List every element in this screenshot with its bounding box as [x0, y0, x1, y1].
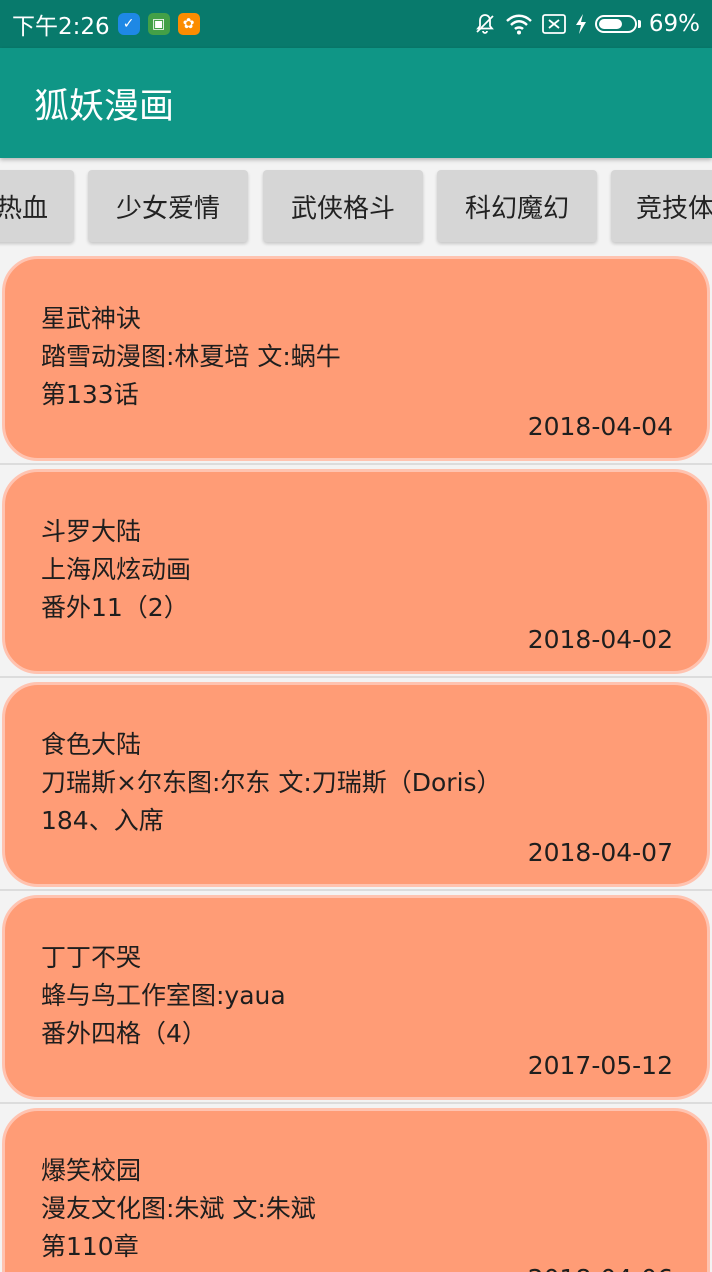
tab-label: 武侠格斗: [290, 193, 395, 224]
comic-card[interactable]: 爆笑校园 漫友文化图:朱斌 文:朱斌 第110章 2018-04-06: [2, 1108, 710, 1272]
comic-chapter: 第133话: [41, 380, 139, 409]
shield-icon: ✓: [117, 13, 140, 35]
comic-authors: 蜂与鸟工作室图:yaua: [41, 981, 286, 1010]
comic-title: 爆笑校园: [41, 1156, 142, 1185]
comic-chapter: 184、入席: [41, 806, 164, 835]
tab-category-2[interactable]: 武侠格斗: [263, 170, 423, 242]
battery-percent: 69%: [648, 11, 700, 37]
notifications-off-icon: [473, 12, 497, 36]
tab-category-0[interactable]: 热血: [0, 170, 74, 242]
tab-category-3[interactable]: 科幻魔幻: [437, 170, 597, 242]
comic-date: 2018-04-04: [527, 412, 673, 441]
comic-chapter: 番外四格（4）: [41, 1019, 207, 1048]
comic-card[interactable]: 丁丁不哭 蜂与鸟工作室图:yaua 番外四格（4） 2017-05-12: [2, 895, 710, 1100]
comic-list[interactable]: 星武神诀 踏雪动漫图:林夏培 文:蜗牛 第133话 2018-04-04 斗罗大…: [0, 252, 712, 1272]
comic-card[interactable]: 星武神诀 踏雪动漫图:林夏培 文:蜗牛 第133话 2018-04-04: [2, 256, 710, 461]
comic-title: 星武神诀: [41, 304, 142, 333]
list-item[interactable]: 爆笑校园 漫友文化图:朱斌 文:朱斌 第110章 2018-04-06: [0, 1104, 712, 1272]
wifi-icon: [505, 12, 533, 36]
list-item[interactable]: 食色大陆 刀瑞斯×尔东图:尔东 文:刀瑞斯（Doris） 184、入席 2018…: [0, 678, 712, 891]
sim-icon: ▣: [147, 13, 170, 35]
charging-bolt-icon: [575, 14, 587, 34]
app-title: 狐妖漫画: [34, 86, 175, 127]
tab-label: 热血: [0, 193, 48, 224]
tab-category-4[interactable]: 竞技体: [611, 170, 712, 242]
category-tabs[interactable]: 热血 少女爱情 武侠格斗 科幻魔幻 竞技体: [0, 158, 712, 252]
tab-label: 科幻魔幻: [464, 193, 569, 224]
comic-authors: 刀瑞斯×尔东图:尔东 文:刀瑞斯（Doris）: [41, 768, 502, 797]
list-item[interactable]: 丁丁不哭 蜂与鸟工作室图:yaua 番外四格（4） 2017-05-12: [0, 891, 712, 1104]
comic-card[interactable]: 食色大陆 刀瑞斯×尔东图:尔东 文:刀瑞斯（Doris） 184、入席 2018…: [2, 682, 710, 887]
tab-label: 少女爱情: [115, 193, 220, 224]
tab-category-1[interactable]: 少女爱情: [88, 170, 248, 242]
status-bar: 下午2:26 ✓ ▣ ✿ 69%: [0, 0, 712, 48]
fox-app-icon: ✿: [177, 13, 200, 35]
status-time: 下午2:26: [12, 14, 110, 40]
battery-icon: [594, 15, 641, 33]
comic-date: 2018-04-06: [528, 1264, 673, 1272]
comic-authors: 上海风炫动画: [41, 555, 192, 584]
comic-title: 食色大陆: [41, 730, 142, 759]
comic-chapter: 第110章: [41, 1232, 139, 1261]
list-item[interactable]: 斗罗大陆 上海风炫动画 番外11（2） 2018-04-02: [0, 465, 712, 678]
no-sim-icon: [541, 13, 567, 35]
comic-chapter: 番外11（2）: [41, 593, 189, 622]
comic-authors: 漫友文化图:朱斌 文:朱斌: [41, 1194, 316, 1223]
comic-title: 斗罗大陆: [41, 517, 142, 546]
comic-authors: 踏雪动漫图:林夏培 文:蜗牛: [41, 342, 341, 371]
comic-date: 2018-04-02: [527, 625, 673, 654]
tab-label: 竞技体: [636, 193, 712, 224]
comic-date: 2018-04-07: [527, 838, 673, 867]
comic-date: 2017-05-12: [527, 1051, 673, 1080]
app-bar: 狐妖漫画: [0, 48, 712, 158]
list-item[interactable]: 星武神诀 踏雪动漫图:林夏培 文:蜗牛 第133话 2018-04-04: [0, 252, 712, 465]
comic-title: 丁丁不哭: [41, 943, 142, 972]
comic-card[interactable]: 斗罗大陆 上海风炫动画 番外11（2） 2018-04-02: [2, 469, 710, 674]
